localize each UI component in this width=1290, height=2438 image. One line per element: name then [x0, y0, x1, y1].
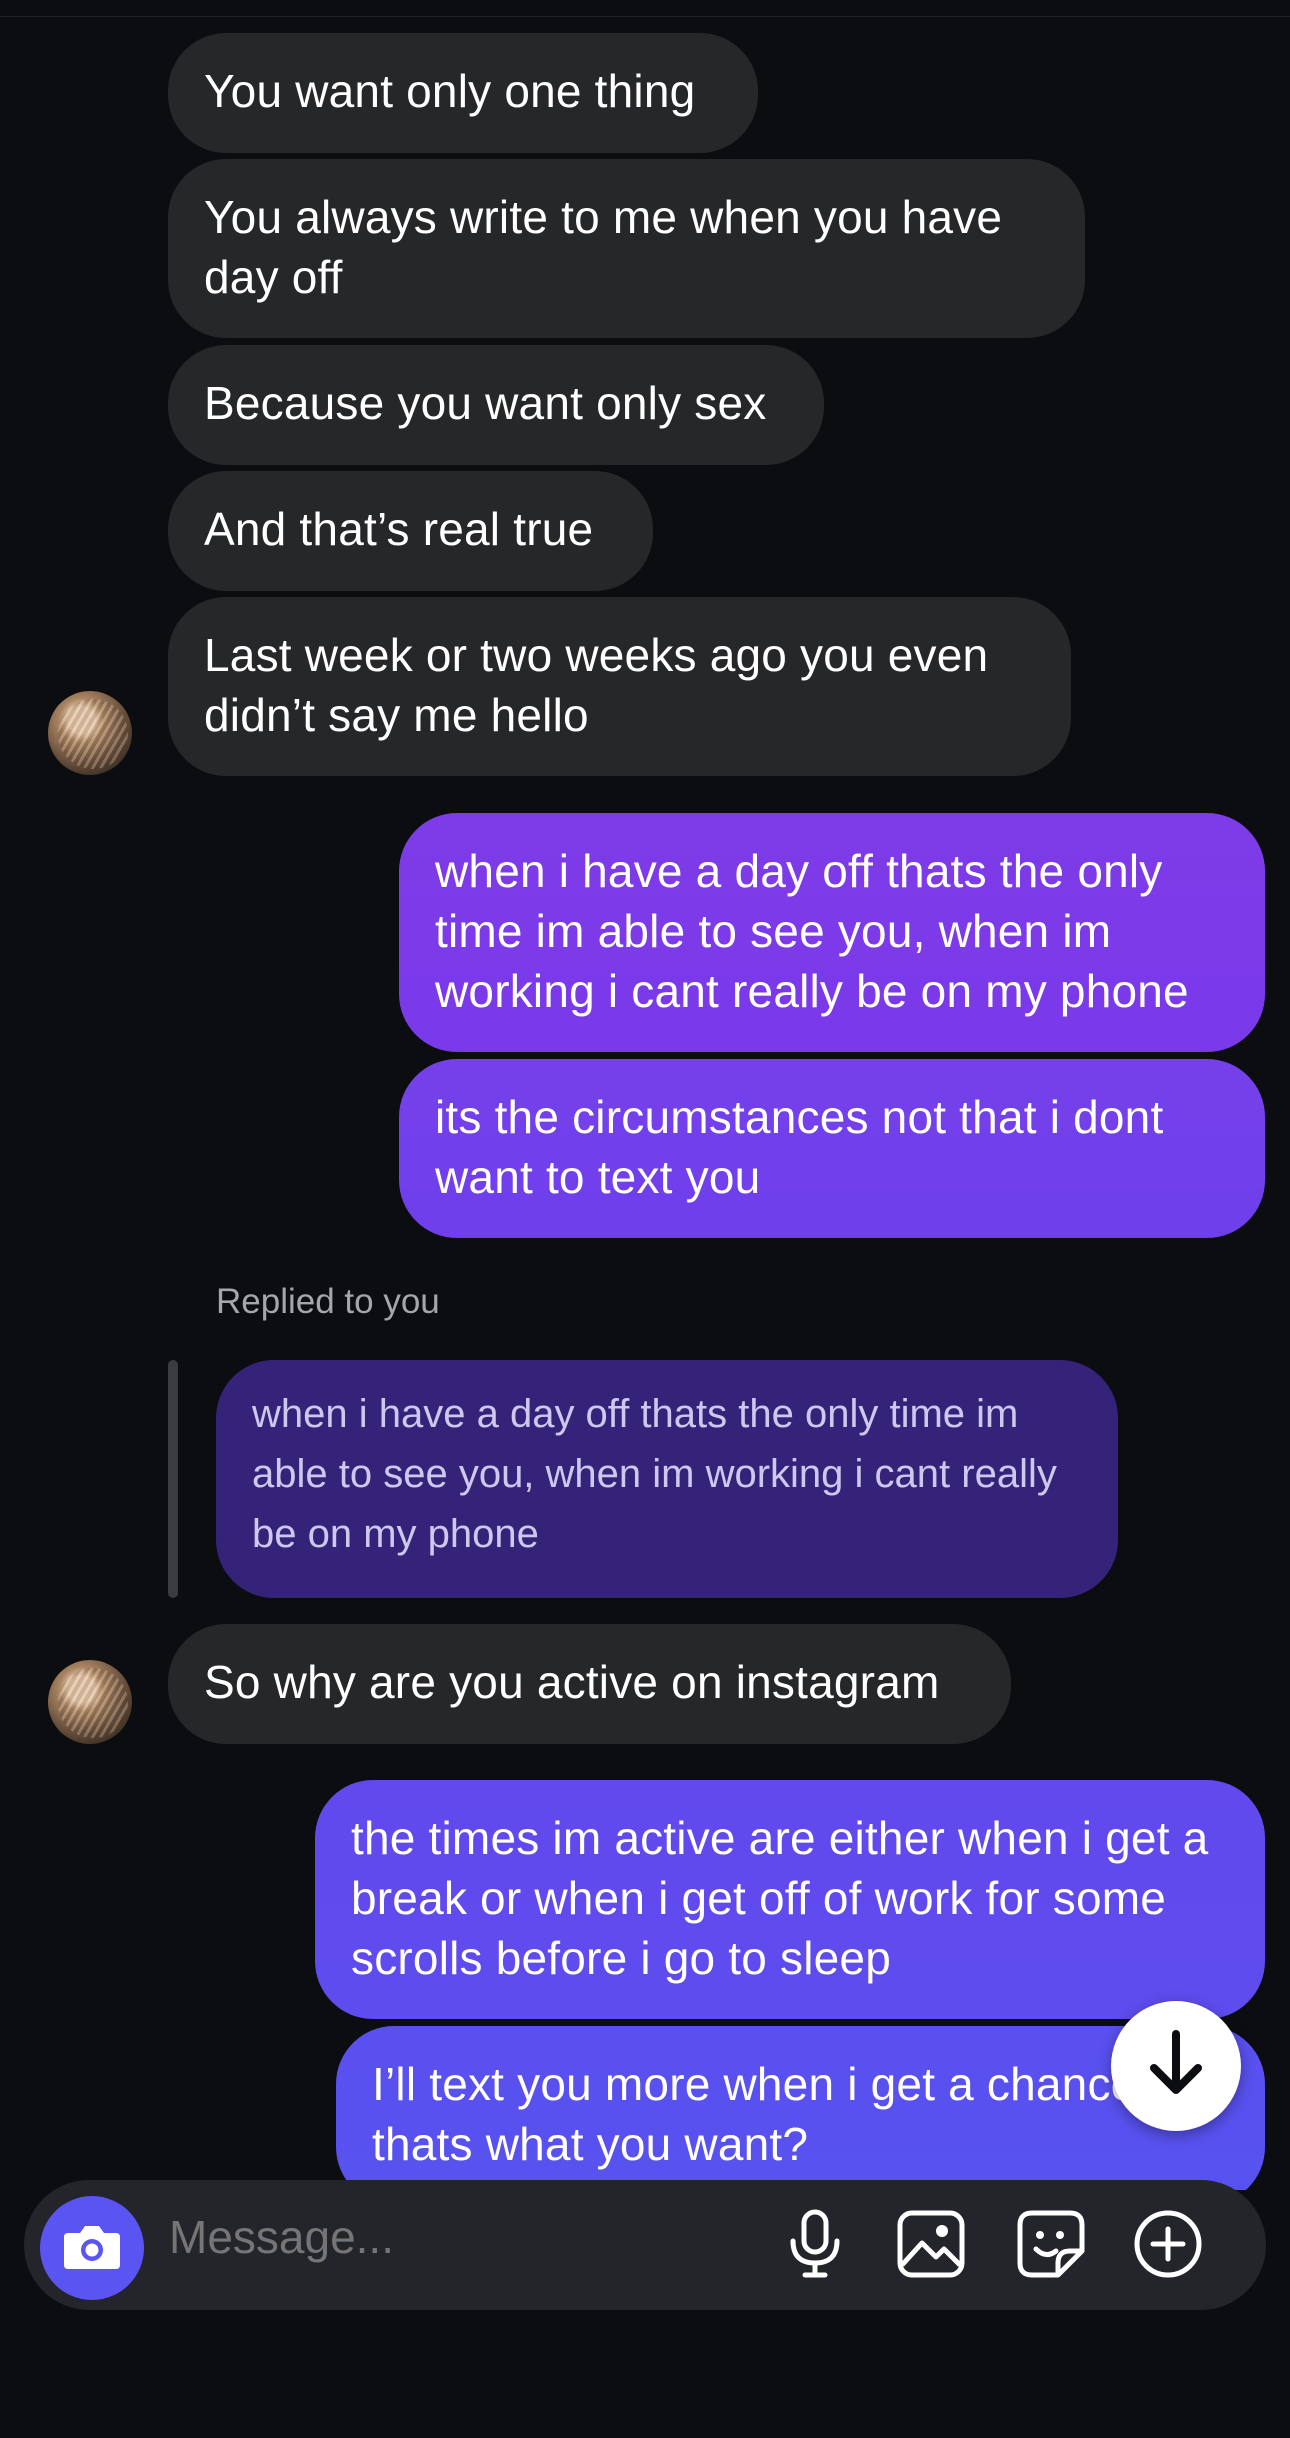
voice-message-button[interactable]	[780, 2209, 850, 2284]
contact-avatar[interactable]	[48, 1660, 132, 1744]
contact-avatar[interactable]	[48, 691, 132, 775]
sticker-icon	[1016, 2209, 1086, 2284]
reply-context-label: Replied to you	[216, 1282, 440, 1321]
message-composer[interactable]	[24, 2180, 1266, 2310]
gallery-button[interactable]	[896, 2209, 966, 2284]
camera-button[interactable]	[40, 2196, 144, 2300]
image-icon	[896, 2209, 966, 2284]
message-input[interactable]	[169, 2210, 769, 2264]
scroll-to-bottom-button[interactable]	[1111, 2001, 1241, 2131]
outgoing-message[interactable]: the times im active are either when i ge…	[315, 1780, 1265, 2019]
outgoing-message[interactable]: its the circumstances not that i dont wa…	[399, 1059, 1265, 1238]
camera-icon	[62, 2221, 122, 2276]
incoming-message[interactable]: You always write to me when you have day…	[168, 159, 1085, 338]
incoming-message[interactable]: And that’s real true	[168, 471, 653, 591]
arrow-down-icon	[1144, 2028, 1208, 2105]
reply-indicator-bar	[168, 1360, 178, 1598]
more-options-button[interactable]	[1133, 2209, 1203, 2284]
quoted-message[interactable]: when i have a day off thats the only tim…	[216, 1360, 1118, 1598]
plus-circle-icon	[1133, 2209, 1203, 2284]
message-thread[interactable]: You want only one thing You always write…	[0, 0, 1290, 2190]
outgoing-message[interactable]: when i have a day off thats the only tim…	[399, 813, 1265, 1052]
microphone-icon	[785, 2209, 845, 2284]
incoming-message[interactable]: Because you want only sex	[168, 345, 824, 465]
incoming-message[interactable]: So why are you active on instagram	[168, 1624, 1011, 1744]
sticker-button[interactable]	[1016, 2209, 1086, 2284]
incoming-message[interactable]: Last week or two weeks ago you even didn…	[168, 597, 1071, 776]
incoming-message[interactable]: You want only one thing	[168, 33, 758, 153]
